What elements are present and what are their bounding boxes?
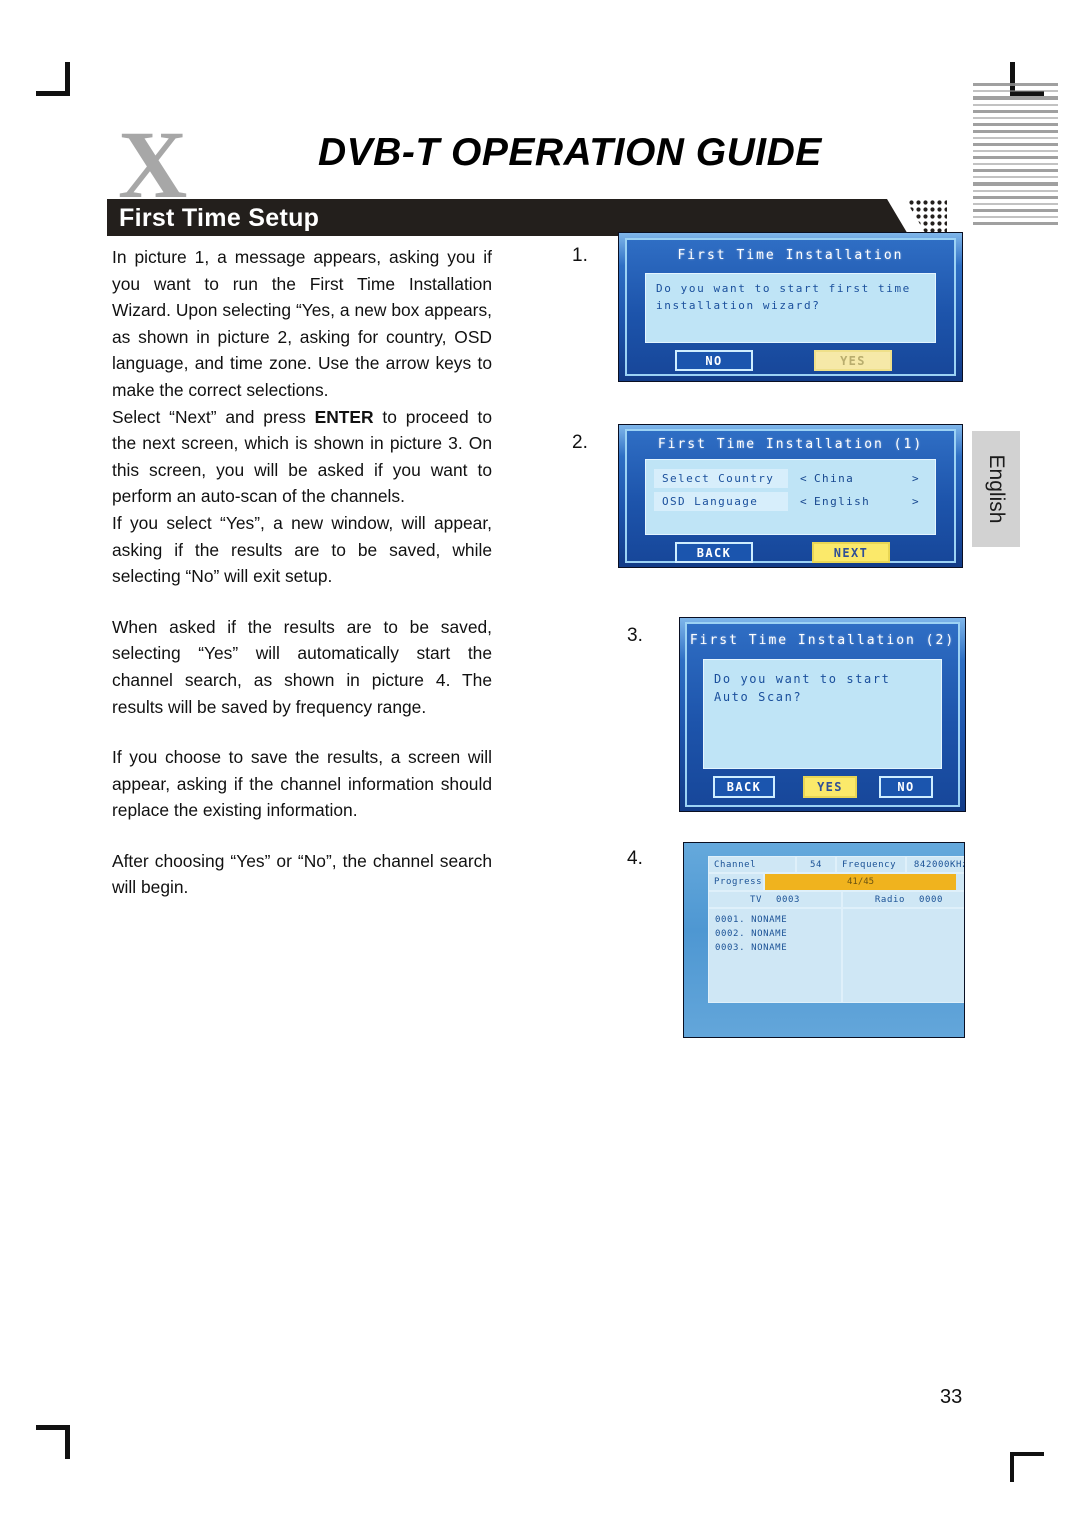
stripe-line xyxy=(973,196,1058,199)
osd-message-panel-3: Do you want to start Auto Scan? xyxy=(703,659,942,769)
figure-2-screenshot: First Time Installation (1) Select Count… xyxy=(619,425,962,567)
stripe-line xyxy=(973,96,1058,100)
stripe-line xyxy=(973,176,1058,178)
country-right-arrow-icon[interactable]: > xyxy=(912,472,920,485)
figure-4-number: 4. xyxy=(627,848,643,869)
halftone-decoration xyxy=(887,199,947,236)
stripe-line xyxy=(973,83,1058,86)
paragraph-1: In picture 1, a message appears, asking … xyxy=(112,247,492,400)
scan-tv-list-item: 0002. NONAME xyxy=(715,929,788,939)
scan-progress-value: 41/45 xyxy=(847,877,875,887)
osd-button-yes-3[interactable]: YES xyxy=(803,776,857,798)
figure-1-screenshot: First Time Installation Do you want to s… xyxy=(619,233,962,381)
figure-4-screenshot: Channel 54 Frequency 842000KHz Progress … xyxy=(684,843,964,1037)
osd-message-1: Do you want to start first time installa… xyxy=(656,282,911,312)
crop-mark-bottom-left xyxy=(36,1425,70,1459)
scan-channel-value: 54 xyxy=(796,856,836,873)
figure-3-number: 3. xyxy=(627,625,643,646)
stripe-line xyxy=(973,169,1058,172)
paragraph-3: If you select “Yes”, a new window, will … xyxy=(112,512,492,587)
stripe-line xyxy=(973,117,1058,119)
section-header-bar: First Time Setup xyxy=(107,199,947,236)
osd-message-panel-1: Do you want to start first time installa… xyxy=(645,273,936,343)
scan-tv-list-item: 0001. NONAME xyxy=(715,915,788,925)
paragraph-2: Select “Next” and press ENTER to proceed… xyxy=(112,404,492,510)
osd-button-no-3[interactable]: NO xyxy=(879,776,933,798)
language-side-tab-label: English xyxy=(985,454,1008,524)
scan-tv-count: 0003 xyxy=(775,894,801,905)
stripe-line xyxy=(973,203,1058,205)
setting-label-country: Select Country xyxy=(654,469,788,488)
country-left-arrow-icon[interactable]: < xyxy=(800,472,808,485)
stripe-line xyxy=(973,222,1058,225)
stripe-line xyxy=(973,137,1058,139)
scan-progress-label: Progress xyxy=(708,873,764,891)
stripe-line xyxy=(973,110,1058,113)
paragraph-2-pre: Select “Next” and press xyxy=(112,406,315,427)
scan-radio-count: 0000 xyxy=(919,894,944,905)
setting-value-osd-language[interactable]: < English > xyxy=(794,492,926,511)
figure-1-number: 1. xyxy=(572,245,588,266)
osd-message-3: Do you want to start Auto Scan? xyxy=(714,672,891,704)
paragraph-5: If you choose to save the results, a scr… xyxy=(112,747,492,821)
language-side-tab: English xyxy=(972,431,1020,547)
stripe-line xyxy=(973,150,1058,152)
stripe-line xyxy=(973,90,1058,92)
scan-frequency-value: 842000KHz xyxy=(906,856,964,873)
language-left-arrow-icon[interactable]: < xyxy=(800,495,808,508)
osd-button-yes-1[interactable]: YES xyxy=(814,350,892,371)
scan-progress-track: 41/45 xyxy=(764,873,964,891)
scan-tv-list-item: 0003. NONAME xyxy=(715,943,788,953)
stripe-line xyxy=(973,182,1058,186)
crop-mark-top-left xyxy=(36,62,70,96)
osd-settings-panel-2: Select Country < China > OSD Language < … xyxy=(645,459,936,535)
osd-dialog-3: First Time Installation (2) Do you want … xyxy=(685,622,960,807)
figure-2-number: 2. xyxy=(572,432,588,453)
section-title: First Time Setup xyxy=(119,204,320,232)
osd-dialog-2: First Time Installation (1) Select Count… xyxy=(625,429,956,563)
osd-title-1: First Time Installation xyxy=(677,248,904,263)
osd-button-back-3[interactable]: BACK xyxy=(713,776,775,798)
brand-logo-x: X xyxy=(118,122,187,208)
scan-radio-label: Radio xyxy=(874,894,905,905)
osd-title-3: First Time Installation (2) xyxy=(689,633,956,648)
osd-button-back-2[interactable]: BACK xyxy=(675,542,753,563)
enter-key-emphasis: ENTER xyxy=(314,406,374,427)
page-number: 33 xyxy=(940,1386,963,1408)
stripe-line xyxy=(973,163,1058,165)
crop-mark-bottom-right xyxy=(1010,1452,1044,1486)
paragraph-4: When asked if the results are to be save… xyxy=(112,616,492,717)
stripe-line xyxy=(973,123,1058,126)
body-text-column: In picture 1, a message appears, asking … xyxy=(112,244,492,901)
stripe-line xyxy=(973,209,1058,212)
stripe-line xyxy=(973,143,1058,146)
osd-dialog-1: First Time Installation Do you want to s… xyxy=(625,238,956,376)
scan-channel-label: Channel xyxy=(708,856,796,873)
osd-button-next-2[interactable]: NEXT xyxy=(812,542,890,563)
language-value-text: English xyxy=(814,495,871,508)
country-value-text: China xyxy=(814,472,855,485)
stripe-line xyxy=(973,130,1058,133)
osd-title-2: First Time Installation (1) xyxy=(657,437,924,452)
scan-progress-fill: 41/45 xyxy=(765,874,957,890)
scan-radio-header: Radio 0000 xyxy=(842,891,964,908)
stripe-pattern xyxy=(973,83,1058,228)
scan-tv-label: TV xyxy=(749,894,762,905)
scan-tv-header: TV 0003 xyxy=(708,891,842,908)
scan-radio-list xyxy=(842,908,964,1003)
osd-button-no-1[interactable]: NO xyxy=(675,350,753,371)
stripe-line xyxy=(973,216,1058,218)
scan-tv-list: 0001. NONAME 0002. NONAME 0003. NONAME xyxy=(708,908,842,1003)
stripe-line xyxy=(973,156,1058,159)
scan-frequency-label: Frequency xyxy=(836,856,906,873)
page-title: DVB-T OPERATION GUIDE xyxy=(318,131,822,174)
figure-3-screenshot: First Time Installation (2) Do you want … xyxy=(680,618,965,811)
language-right-arrow-icon[interactable]: > xyxy=(912,495,920,508)
setting-value-country[interactable]: < China > xyxy=(794,469,926,488)
stripe-line xyxy=(973,190,1058,192)
stripe-line xyxy=(973,104,1058,106)
setting-label-osd-language: OSD Language xyxy=(654,492,788,511)
paragraph-6: After choosing “Yes” or “No”, the channe… xyxy=(112,850,492,898)
